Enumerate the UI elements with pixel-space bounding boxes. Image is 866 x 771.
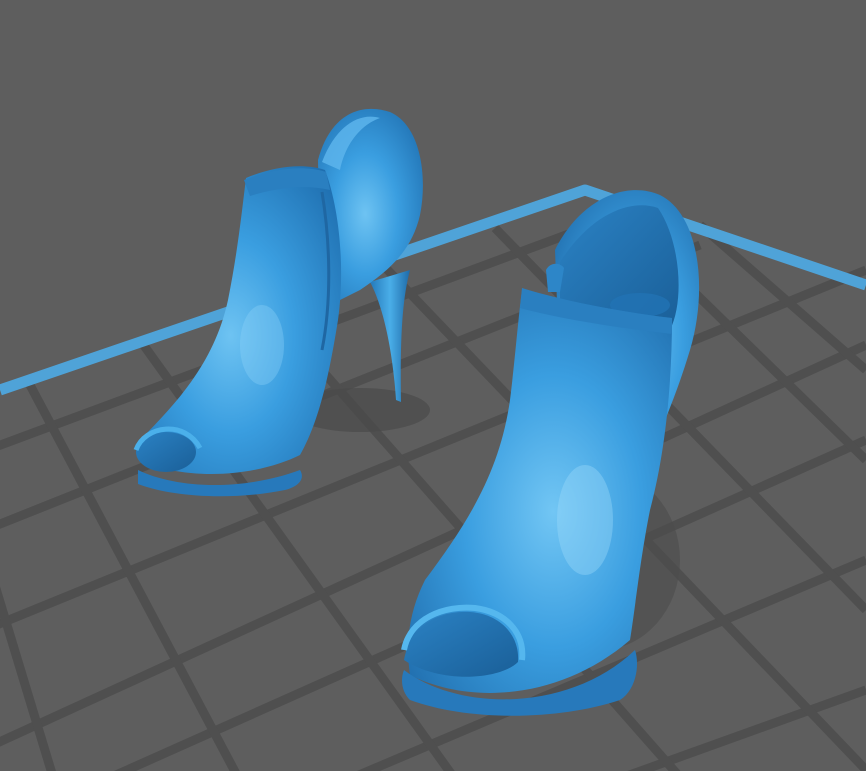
3d-viewport[interactable] xyxy=(0,0,866,771)
build-plate-scene[interactable] xyxy=(0,0,866,771)
